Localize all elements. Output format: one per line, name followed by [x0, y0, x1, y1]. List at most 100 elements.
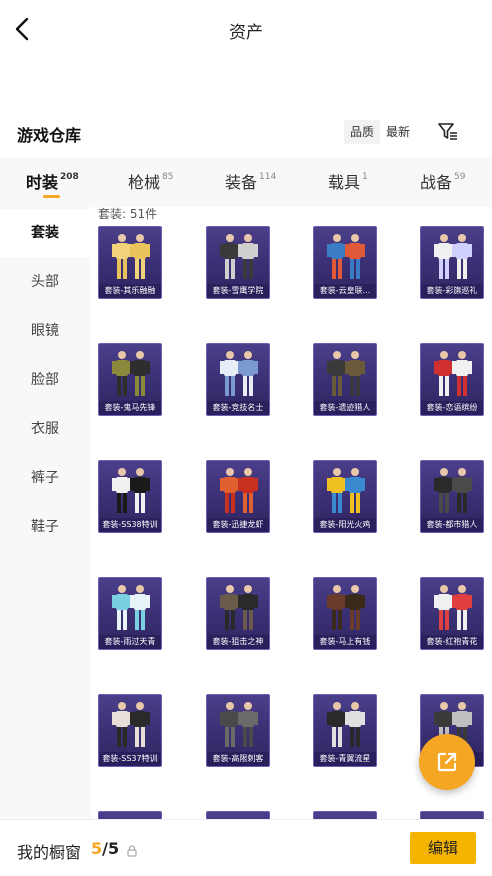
outfit-item[interactable]: 套装-迅捷龙虾: [206, 460, 270, 533]
outfit-thumbnail: [112, 702, 150, 747]
sidebar-item-pants[interactable]: 裤子: [0, 454, 90, 502]
outfit-item[interactable]: [313, 811, 377, 819]
outfit-item[interactable]: 套装-彩旗巡礼: [420, 226, 484, 299]
outfit-item[interactable]: 套装-狙击之神: [206, 577, 270, 650]
outfit-item[interactable]: 套装-都市猎人: [420, 460, 484, 533]
sidebar-item-clothes[interactable]: 衣服: [0, 405, 90, 453]
outfit-item[interactable]: 套装-SS38特训: [98, 460, 162, 533]
outfit-thumbnail: [327, 702, 365, 747]
sort-by-latest[interactable]: 最新: [380, 120, 417, 144]
showcase-count: 5/5: [91, 839, 119, 858]
tab-label: 时装: [26, 173, 59, 192]
outfit-thumbnail: [220, 234, 258, 279]
showcase-current: 5: [91, 839, 103, 858]
outfit-thumbnail: [112, 468, 150, 513]
outfit-name: 套装-云皇联...: [314, 284, 376, 298]
outfit-name: 套装-SS38特训: [99, 518, 161, 532]
share-icon: [437, 752, 457, 772]
outfit-item[interactable]: 套装-其乐融融: [98, 226, 162, 299]
outfit-thumbnail: [327, 351, 365, 396]
showcase-total: /5: [102, 839, 120, 858]
outfit-name: 套装-竞技名士: [207, 401, 269, 415]
outfit-thumbnail: [327, 585, 365, 630]
outfit-thumbnail: [434, 234, 472, 279]
outfit-item[interactable]: 套装-SS37特训: [98, 694, 162, 767]
outfit-name: 套装-马上有钱: [314, 635, 376, 649]
tab-label: 战备: [420, 173, 453, 192]
outfit-item[interactable]: [98, 811, 162, 819]
outfit-item[interactable]: [420, 811, 484, 819]
outfit-thumbnail: [327, 234, 365, 279]
outfit-item[interactable]: 套装-竞技名士: [206, 343, 270, 416]
filter-icon[interactable]: [436, 120, 460, 144]
sidebar-item-face[interactable]: 脸部: [0, 356, 90, 404]
bottom-bar: 我的橱窗 5/5 编辑: [0, 819, 492, 876]
showcase-label: 我的橱窗: [17, 843, 82, 862]
outfit-name: 套装-雪鹰学院: [207, 284, 269, 298]
sort-by-quality[interactable]: 品质: [344, 120, 380, 144]
outfit-thumbnail: [434, 585, 472, 630]
tab-vehicles[interactable]: 载具 1: [328, 169, 368, 193]
outfit-thumbnail: [327, 468, 365, 513]
outfit-thumbnail: [112, 585, 150, 630]
outfit-item[interactable]: 套装-阳光火鸡: [313, 460, 377, 533]
outfit-item[interactable]: 套装-恋语缤纷: [420, 343, 484, 416]
outfit-thumbnail: [112, 234, 150, 279]
category-tabs: 时装 208 枪械 85 装备 114 载具 1 战备 59: [0, 157, 492, 207]
section-title: 游戏仓库: [17, 126, 82, 145]
outfit-thumbnail: [220, 702, 258, 747]
outfit-thumbnail: [434, 468, 472, 513]
item-grid: 套装: 51件 套装-其乐融融 套装-雪鹰学院 套装-云皇联... 套装-彩旗巡礼 套装…: [90, 207, 492, 819]
outfit-name: 套装-迅捷龙虾: [207, 518, 269, 532]
tab-count: 1: [362, 171, 368, 182]
tab-combat-gear[interactable]: 战备 59: [420, 169, 465, 193]
edit-button[interactable]: 编辑: [410, 832, 476, 864]
outfit-name: 套装-彩旗巡礼: [421, 284, 483, 298]
tab-count: 59: [454, 171, 466, 182]
outfit-item[interactable]: 套装-鬼马先锋: [98, 343, 162, 416]
outfit-name: 套装-高限刺客: [207, 752, 269, 766]
active-tab-indicator: [43, 195, 60, 198]
tab-fashion[interactable]: 时装 208: [26, 169, 79, 193]
sidebar-item-head[interactable]: 头部: [0, 258, 90, 306]
item-count-label: 套装: 51件: [98, 207, 158, 221]
sidebar-item-glasses[interactable]: 眼镜: [0, 307, 90, 355]
share-button[interactable]: [419, 734, 475, 790]
outfit-name: 套装-恋语缤纷: [421, 401, 483, 415]
tab-equipment[interactable]: 装备 114: [225, 169, 276, 193]
outfit-name: 套装-狙击之神: [207, 635, 269, 649]
section-header: 游戏仓库 品质 最新: [0, 112, 492, 156]
tab-count: 208: [60, 171, 79, 182]
outfit-name: 套装-SS37特训: [99, 752, 161, 766]
outfit-item[interactable]: 套装-雪鹰学院: [206, 226, 270, 299]
outfit-name: 套装-遗迹猎人: [314, 401, 376, 415]
page-title: 资产: [229, 23, 263, 43]
outfit-item[interactable]: 套装-红袍青花: [420, 577, 484, 650]
outfit-item[interactable]: [206, 811, 270, 819]
tab-count: 85: [162, 171, 174, 182]
tab-label: 装备: [225, 173, 258, 192]
tab-count: 114: [259, 171, 277, 182]
sidebar-item-shoes[interactable]: 鞋子: [0, 503, 90, 551]
outfit-item[interactable]: 套装-马上有钱: [313, 577, 377, 650]
sidebar-item-outfit[interactable]: 套装: [0, 209, 90, 257]
outfit-name: 套装-鬼马先锋: [99, 401, 161, 415]
outfit-item[interactable]: 套装-遗迹猎人: [313, 343, 377, 416]
outfit-name: 套装-都市猎人: [421, 518, 483, 532]
outfit-item[interactable]: 套装-高限刺客: [206, 694, 270, 767]
sort-toggle: 品质 最新: [344, 120, 417, 144]
outfit-name: 套装-青翼流星: [314, 752, 376, 766]
top-bar: 资产: [0, 0, 492, 58]
subcategory-sidebar: 套装 头部 眼镜 脸部 衣服 裤子 鞋子: [0, 207, 90, 819]
outfit-name: 套装-阳光火鸡: [314, 518, 376, 532]
outfit-item[interactable]: 套装-青翼流星: [313, 694, 377, 767]
outfit-thumbnail: [220, 351, 258, 396]
outfit-thumbnail: [112, 351, 150, 396]
outfit-name: 套装-雨过天青: [99, 635, 161, 649]
outfit-thumbnail: [220, 585, 258, 630]
outfit-name: 套装-红袍青花: [421, 635, 483, 649]
outfit-item[interactable]: 套装-雨过天青: [98, 577, 162, 650]
outfit-thumbnail: [220, 468, 258, 513]
tab-guns[interactable]: 枪械 85: [128, 169, 173, 193]
outfit-item[interactable]: 套装-云皇联...: [313, 226, 377, 299]
